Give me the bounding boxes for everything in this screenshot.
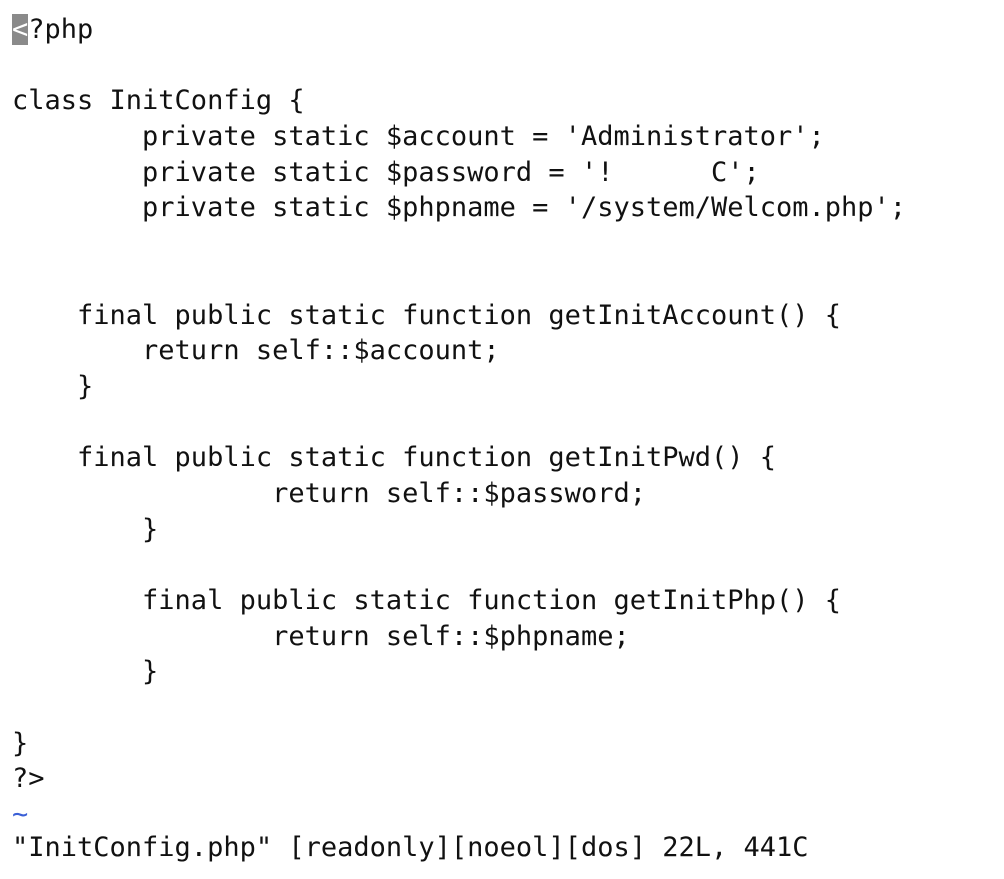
code-line-18: return self::$phpname; — [12, 620, 630, 652]
code-line-3: class InitConfig { — [12, 85, 305, 117]
code-line-19: } — [12, 656, 159, 688]
code-line-1: <?php — [12, 12, 906, 48]
code-line-text: ?php — [28, 14, 94, 45]
code-line-5: private static $password = '! C'; — [12, 156, 760, 188]
code-line-17: final public static function getInitPhp(… — [12, 585, 842, 616]
status-line: "InitConfig.php" [readonly][noeol][dos] … — [12, 832, 809, 863]
code-line-6: private static $phpname = '/system/Welco… — [12, 192, 907, 224]
code-line-22: ?> — [12, 763, 45, 795]
text-cursor: < — [12, 14, 29, 45]
code-line-10: return self::$account; — [12, 335, 500, 367]
code-line-9: final public static function getInitAcco… — [12, 299, 842, 331]
code-buffer[interactable]: <?php class InitConfig { private static … — [12, 12, 906, 833]
code-line-15: } — [12, 513, 159, 545]
code-line-14: return self::$password; — [12, 477, 646, 509]
code-line-11: } — [12, 370, 94, 402]
code-line-21: } — [12, 727, 29, 759]
code-line-4: private static $account = 'Administrator… — [12, 121, 825, 153]
code-line-13: final public static function getInitPwd(… — [12, 442, 777, 474]
vim-editor[interactable]: <?php class InitConfig { private static … — [0, 0, 1004, 879]
